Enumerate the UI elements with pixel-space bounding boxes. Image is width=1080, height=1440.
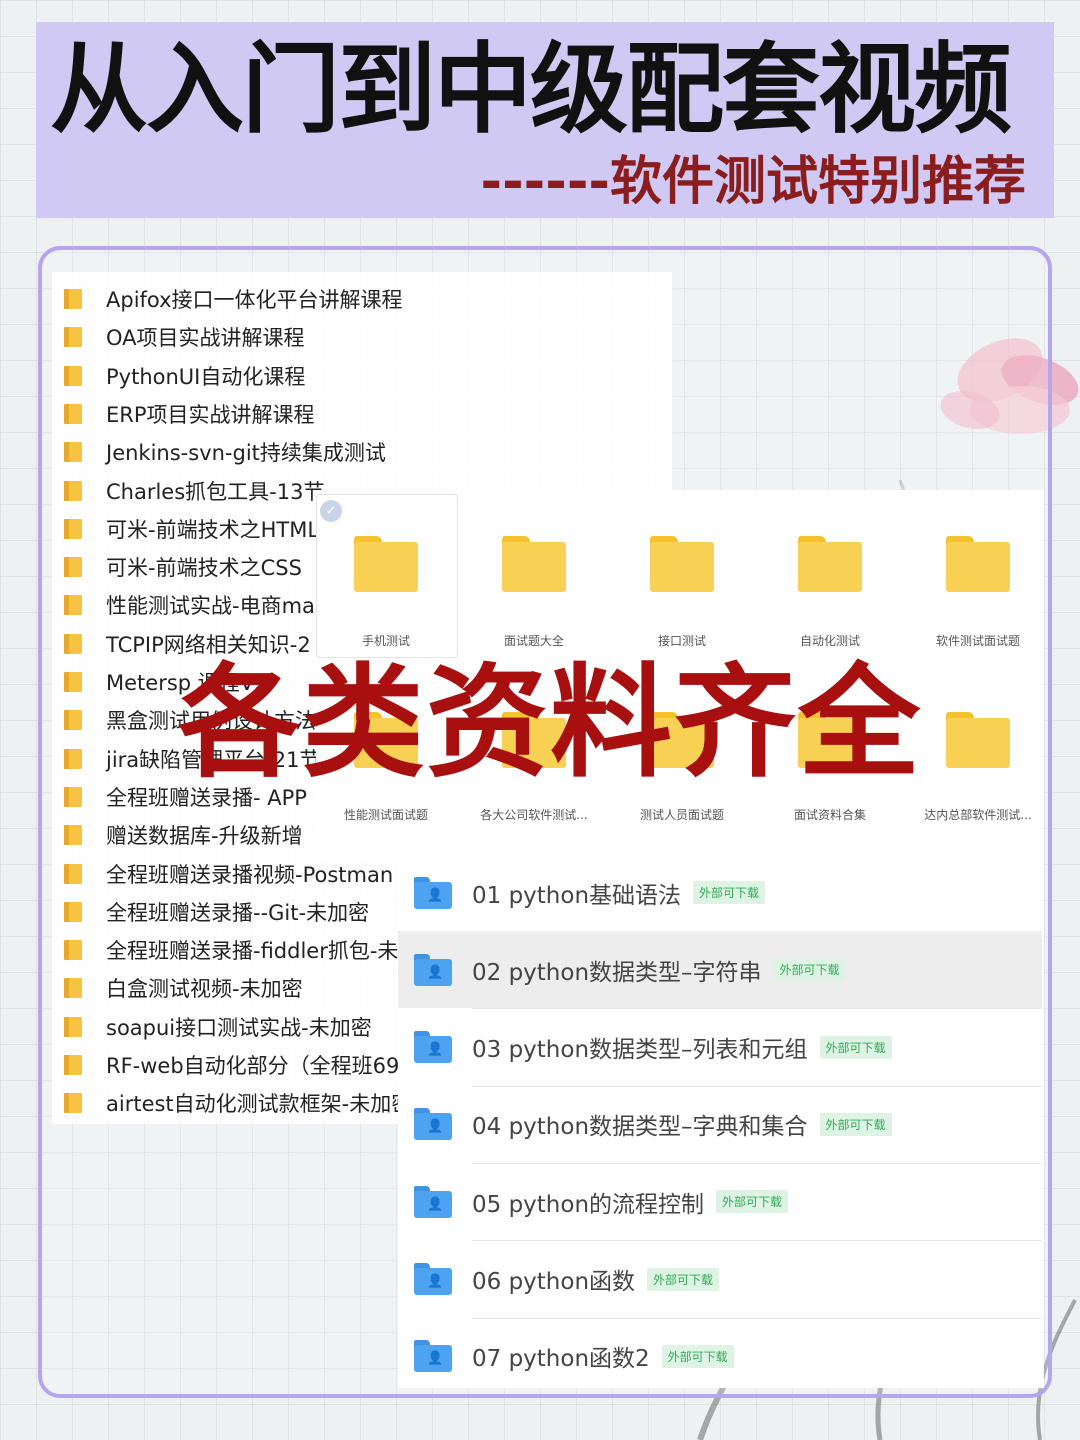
folder-grid-label[interactable]: 达内总部软件测试... (903, 806, 1053, 823)
lesson-row[interactable]: 👤 04 python数据类型–字典和集合 外部可下载 (398, 1086, 1042, 1163)
folder-list-label: soapui接口测试实战-未加密 (106, 1015, 372, 1040)
folder-grid-label[interactable]: 自动化测试 (755, 632, 905, 649)
folder-icon (64, 595, 82, 616)
folder-grid-label[interactable]: 手机测试 (311, 632, 461, 649)
folder-icon[interactable] (798, 536, 862, 592)
folder-grid-label[interactable]: 接口测试 (607, 632, 757, 649)
lesson-row[interactable]: 👤 03 python数据类型–列表和元组 外部可下载 (398, 1009, 1042, 1086)
folder-icon (64, 901, 82, 922)
folder-list-label: airtest自动化测试款框架-未加密 (106, 1092, 413, 1117)
folder-icon (64, 442, 82, 463)
folder-list-label: 性能测试实战-电商ma (106, 594, 315, 619)
folder-icon[interactable] (946, 712, 1010, 768)
download-badge: 外部可下载 (773, 958, 846, 982)
lesson-label: 04 python数据类型–字典和集合 (472, 1114, 808, 1141)
download-badge: 外部可下载 (819, 1035, 892, 1059)
folder-list-label: 可米-前端技术之CSS (106, 556, 302, 581)
folder-icon (64, 710, 82, 731)
shared-folder-icon: 👤 (414, 1185, 452, 1218)
folder-icon (64, 1093, 82, 1114)
folder-list-label: OA项目实战讲解课程 (106, 326, 305, 351)
lesson-row[interactable]: 👤 07 python函数2 外部可下载 (398, 1318, 1042, 1395)
download-badge: 外部可下载 (647, 1267, 720, 1291)
folder-grid-label[interactable]: 面试题大全 (459, 632, 609, 649)
folder-icon[interactable] (650, 536, 714, 592)
folder-icon (64, 633, 82, 654)
folder-list-label: RF-web自动化部分（全程班69 (106, 1054, 400, 1078)
folder-list-label: 全程班赠送录播-fiddler抓包-未 (106, 939, 399, 964)
header-banner: 从入门到中级配套视频 ------软件测试特别推荐 (36, 22, 1054, 218)
folder-list-item[interactable]: ERP项目实战讲解课程 (64, 395, 664, 433)
banner-title: 从入门到中级配套视频 (50, 33, 1012, 147)
download-badge: 外部可下载 (716, 1190, 789, 1214)
folder-icon (64, 403, 82, 424)
lesson-label: 07 python函数2 (472, 1346, 650, 1373)
shared-folder-icon: 👤 (414, 1031, 452, 1064)
folder-icon[interactable] (946, 536, 1010, 592)
lesson-row[interactable]: 👤 05 python的流程控制 外部可下载 (398, 1163, 1042, 1240)
shared-folder-icon: 👤 (414, 953, 452, 986)
folder-list-label: Jenkins-svn-git持续集成测试 (106, 441, 386, 466)
folder-list-label: ERP项目实战讲解课程 (106, 402, 315, 427)
folder-list-item[interactable]: OA项目实战讲解课程 (64, 318, 664, 356)
banner-subtitle: ------软件测试特别推荐 (480, 152, 1027, 212)
checkmark-icon[interactable]: ✓ (320, 500, 342, 522)
folder-grid-label[interactable]: 面试资料合集 (755, 806, 905, 823)
folder-list-label: PythonUI自动化课程 (106, 364, 306, 389)
folder-icon (64, 289, 82, 309)
folder-list-item[interactable]: Jenkins-svn-git持续集成测试 (64, 433, 664, 471)
folder-list-label: Apifox接口一体化平台讲解课程 (106, 288, 403, 312)
folder-icon[interactable] (502, 536, 566, 592)
folder-icon (64, 1055, 82, 1075)
folder-icon (64, 518, 82, 539)
folder-icon (64, 1016, 82, 1037)
folder-icon (64, 978, 82, 999)
lesson-label: 05 python的流程控制 (472, 1191, 705, 1218)
folder-list-label: Charles抓包工具-13节 (106, 479, 325, 504)
folder-icon (64, 365, 82, 386)
folder-grid-label[interactable]: 软件测试面试题 (903, 632, 1053, 649)
shared-folder-icon: 👤 (414, 1340, 452, 1373)
lesson-label: 06 python函数 (472, 1269, 636, 1295)
folder-list-label: 赠送数据库-升级新增 (106, 824, 303, 849)
folder-icon (64, 786, 82, 807)
lesson-row[interactable]: 👤 02 python数据类型–字符串 外部可下载 (398, 931, 1042, 1009)
folder-icon (64, 480, 82, 501)
folder-list-label: 白盒测试视频-未加密 (106, 977, 303, 1002)
lesson-label: 02 python数据类型–字符串 (472, 959, 762, 986)
folder-list-label: 全程班赠送录播--Git-未加密 (106, 900, 370, 925)
folder-list-item[interactable]: PythonUI自动化课程 (64, 357, 664, 395)
folder-icon (64, 748, 82, 769)
folder-list-item[interactable]: Apifox接口一体化平台讲解课程 (64, 280, 664, 318)
folder-icon (64, 940, 82, 961)
folder-icon (64, 825, 82, 846)
folder-grid-label[interactable]: 各大公司软件测试... (459, 806, 609, 823)
folder-list-label: 全程班赠送录播视频-Postman (106, 862, 394, 887)
download-badge: 外部可下载 (693, 881, 766, 904)
folder-icon[interactable] (354, 536, 418, 592)
lesson-row[interactable]: 👤 06 python函数 外部可下载 (398, 1241, 1042, 1318)
lesson-label: 01 python基础语法 (472, 882, 682, 909)
shared-folder-icon: 👤 (414, 1263, 452, 1295)
folder-icon (64, 863, 82, 884)
lesson-row[interactable]: 👤 01 python基础语法 外部可下载 (398, 854, 1042, 931)
download-badge: 外部可下载 (819, 1112, 892, 1136)
folder-grid-label[interactable]: 测试人员面试题 (607, 806, 757, 823)
folder-icon (64, 672, 82, 692)
lesson-label: 03 python数据类型–列表和元组 (472, 1037, 808, 1064)
shared-folder-icon: 👤 (414, 876, 452, 909)
download-badge: 外部可下载 (661, 1344, 734, 1368)
shared-folder-icon: 👤 (414, 1108, 452, 1141)
folder-icon (64, 327, 82, 348)
folder-icon (64, 557, 82, 578)
watermark-text: 各类资料齐全 (178, 652, 922, 794)
folder-grid-label[interactable]: 性能测试面试题 (311, 806, 461, 823)
folder-list-label: 可米-前端技术之HTML (106, 517, 320, 542)
